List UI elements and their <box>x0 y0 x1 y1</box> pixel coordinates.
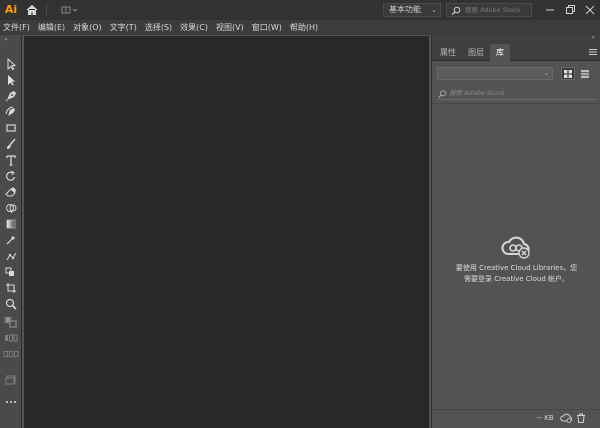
shape-builder-tool-icon[interactable] <box>3 201 19 215</box>
rectangle-tool-icon[interactable] <box>3 121 19 135</box>
list-icon <box>581 69 589 78</box>
tab-layers[interactable]: 图层 <box>462 44 490 61</box>
close-icon[interactable] <box>582 2 598 18</box>
home-icon[interactable] <box>24 2 40 18</box>
grid-icon <box>564 69 572 78</box>
restore-icon[interactable] <box>562 2 578 18</box>
screen-mode-icon[interactable] <box>3 373 19 387</box>
menu-select[interactable]: 选择(S) <box>145 20 172 35</box>
creative-cloud-offline-icon <box>499 235 533 261</box>
collapse-panel-icon[interactable]: « <box>591 34 595 41</box>
menu-file[interactable]: 文件(F) <box>3 20 30 35</box>
list-view-button[interactable] <box>578 67 592 80</box>
search-icon <box>438 90 446 98</box>
divider <box>432 103 600 104</box>
paintbrush-tool-icon[interactable] <box>3 137 19 151</box>
sign-in-message: 要使用 Creative Cloud Libraries，您 需要登录 Crea… <box>438 263 595 285</box>
adobe-stock-search-input[interactable]: 搜索 Adobe Stock <box>446 3 532 17</box>
tab-properties[interactable]: 属性 <box>434 44 462 61</box>
panel-header-strip: « <box>432 34 600 44</box>
storage-usage-label: -- KB <box>537 414 554 422</box>
workspace-switcher[interactable]: 基本功能 ⌄ <box>383 3 441 17</box>
tools-panel: » <box>0 35 22 428</box>
search-placeholder: 搜索 Adobe Stock <box>449 89 505 97</box>
workspace-label: 基本功能 <box>389 5 421 14</box>
puppet-warp-tool-icon[interactable] <box>3 249 19 263</box>
arrange-documents-button[interactable] <box>60 4 80 16</box>
cloud-sync-icon[interactable] <box>560 413 573 425</box>
panel-tabs: 属性 图层 库 <box>432 44 600 62</box>
menu-type[interactable]: 文字(T) <box>110 20 137 35</box>
eraser-tool-icon[interactable] <box>3 185 19 199</box>
menu-view[interactable]: 视图(V) <box>216 20 244 35</box>
title-bar: Ai 基本功能 ⌄ 搜索 Adobe Stock <box>0 0 600 20</box>
chevron-down-icon: ⌄ <box>543 70 549 77</box>
drawing-modes-icon[interactable] <box>3 347 19 361</box>
edit-toolbar-icon[interactable] <box>3 395 19 409</box>
rotate-tool-icon[interactable] <box>3 169 19 183</box>
divider <box>46 4 47 16</box>
menu-edit[interactable]: 编辑(E) <box>38 20 65 35</box>
direct-selection-tool-icon[interactable] <box>3 73 19 87</box>
trash-icon[interactable] <box>576 413 586 425</box>
panel-footer: -- KB <box>432 409 600 428</box>
minimize-icon[interactable] <box>542 2 558 18</box>
message-line-1: 要使用 Creative Cloud Libraries，您 <box>455 264 578 272</box>
message-line-2: 需要登录 Creative Cloud 帐户。 <box>463 275 570 283</box>
menu-help[interactable]: 帮助(H) <box>290 20 318 35</box>
library-dropdown[interactable]: ⌄ <box>437 67 553 80</box>
chevron-down-icon: ⌄ <box>431 6 437 14</box>
blend-tool-icon[interactable] <box>3 265 19 279</box>
selection-tool-icon[interactable] <box>3 57 19 71</box>
color-mode-icon[interactable] <box>3 331 19 345</box>
eyedropper-tool-icon[interactable] <box>3 233 19 247</box>
menu-window[interactable]: 窗口(W) <box>252 20 282 35</box>
menu-object[interactable]: 对象(O) <box>73 20 102 35</box>
type-tool-icon[interactable] <box>3 153 19 167</box>
gradient-tool-icon[interactable] <box>3 217 19 231</box>
artboard-canvas[interactable] <box>24 36 429 428</box>
pen-tool-icon[interactable] <box>3 89 19 103</box>
library-search-input[interactable]: 搜索 Adobe Stock <box>437 87 596 100</box>
collapse-toolbar-icon[interactable]: » <box>4 36 8 43</box>
panel-menu-icon[interactable] <box>589 48 597 56</box>
menu-bar: 文件(F) 编辑(E) 对象(O) 文字(T) 选择(S) 效果(C) 视图(V… <box>0 20 600 35</box>
curvature-tool-icon[interactable] <box>3 105 19 119</box>
search-placeholder: 搜索 Adobe Stock <box>465 6 521 14</box>
fill-stroke-swatch-icon[interactable] <box>3 315 19 329</box>
menu-effect[interactable]: 效果(C) <box>180 20 208 35</box>
illustrator-logo: Ai <box>4 3 18 16</box>
artboard-tool-icon[interactable] <box>3 281 19 295</box>
zoom-tool-icon[interactable] <box>3 297 19 311</box>
grid-view-button[interactable] <box>561 67 575 80</box>
search-icon <box>451 6 461 15</box>
libraries-panel: « 属性 图层 库 ⌄ 搜索 Adobe Stock 要使用 Creative … <box>431 34 600 428</box>
tab-libraries[interactable]: 库 <box>490 44 510 62</box>
